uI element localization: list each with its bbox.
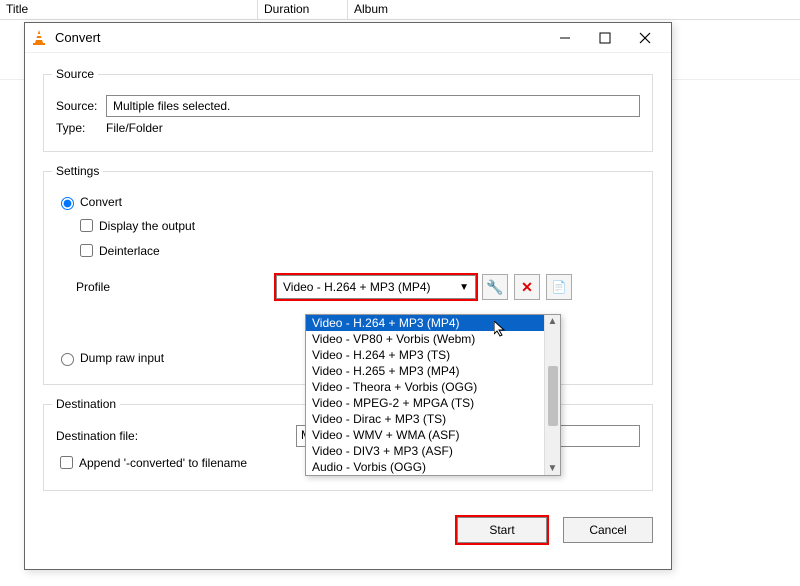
dropdown-scrollbar[interactable]: ▲ ▼ (544, 315, 560, 475)
source-label: Source: (56, 99, 106, 113)
scroll-up-icon[interactable]: ▲ (548, 315, 558, 328)
column-duration[interactable]: Duration (258, 0, 348, 19)
profile-options-list: Video - H.264 + MP3 (MP4) Video - VP80 +… (306, 315, 544, 475)
dump-raw-input[interactable] (61, 353, 74, 366)
edit-profile-button[interactable]: 🔧 (482, 274, 508, 300)
playlist-header: Title Duration Album (0, 0, 800, 20)
convert-dialog: Convert Source Source: Multiple files se… (24, 22, 672, 570)
cancel-button[interactable]: Cancel (563, 517, 653, 543)
dialog-title: Convert (55, 30, 545, 45)
profile-option[interactable]: Video - H.264 + MP3 (TS) (306, 347, 544, 363)
profile-option[interactable]: Video - H.264 + MP3 (MP4) (306, 315, 544, 331)
type-value: File/Folder (106, 121, 163, 135)
display-output-checkbox[interactable]: Display the output (76, 216, 640, 235)
delete-icon: ✕ (521, 279, 533, 296)
dest-file-label: Destination file: (56, 429, 296, 443)
new-profile-button[interactable]: 📄 (546, 274, 572, 300)
convert-radio-input[interactable] (61, 197, 74, 210)
profile-option[interactable]: Video - WMV + WMA (ASF) (306, 427, 544, 443)
deinterlace-input[interactable] (80, 244, 93, 257)
titlebar[interactable]: Convert (25, 23, 671, 53)
start-button[interactable]: Start (457, 517, 547, 543)
profile-option[interactable]: Video - DIV3 + MP3 (ASF) (306, 443, 544, 459)
scroll-thumb[interactable] (548, 366, 558, 426)
display-output-input[interactable] (80, 219, 93, 232)
type-label: Type: (56, 121, 106, 135)
maximize-button[interactable] (585, 24, 625, 52)
display-output-label: Display the output (99, 219, 195, 233)
settings-group: Settings Convert Display the output Dein… (43, 164, 653, 385)
profile-option[interactable]: Video - MPEG-2 + MPGA (TS) (306, 395, 544, 411)
vlc-cone-icon (31, 30, 47, 46)
profile-option[interactable]: Video - Dirac + MP3 (TS) (306, 411, 544, 427)
close-button[interactable] (625, 24, 665, 52)
source-group: Source Source: Multiple files selected. … (43, 67, 653, 152)
profile-option[interactable]: Video - H.265 + MP3 (MP4) (306, 363, 544, 379)
destination-legend: Destination (52, 397, 120, 411)
profile-option[interactable]: Video - Theora + Vorbis (OGG) (306, 379, 544, 395)
profile-selected-value: Video - H.264 + MP3 (MP4) (283, 280, 431, 294)
deinterlace-label: Deinterlace (99, 244, 160, 258)
source-legend: Source (52, 67, 98, 81)
profile-option[interactable]: Video - VP80 + Vorbis (Webm) (306, 331, 544, 347)
append-converted-input[interactable] (60, 456, 73, 469)
profile-dropdown-list[interactable]: Video - H.264 + MP3 (MP4) Video - VP80 +… (305, 314, 561, 476)
column-album[interactable]: Album (348, 0, 800, 19)
new-profile-icon: 📄 (552, 280, 567, 294)
minimize-button[interactable] (545, 24, 585, 52)
append-converted-label: Append '-converted' to filename (79, 456, 247, 470)
wrench-icon: 🔧 (486, 279, 503, 296)
convert-radio[interactable]: Convert (56, 194, 640, 210)
chevron-down-icon: ▼ (459, 282, 469, 293)
profile-label: Profile (56, 280, 276, 294)
convert-radio-label: Convert (80, 195, 122, 209)
settings-legend: Settings (52, 164, 103, 178)
dump-raw-label: Dump raw input (80, 351, 164, 365)
profile-dropdown[interactable]: Video - H.264 + MP3 (MP4) ▼ (276, 275, 476, 299)
scroll-down-icon[interactable]: ▼ (548, 462, 558, 475)
dialog-footer: Start Cancel (25, 511, 671, 543)
profile-option[interactable]: Audio - Vorbis (OGG) (306, 459, 544, 475)
column-title[interactable]: Title (0, 0, 258, 19)
source-value: Multiple files selected. (113, 99, 230, 113)
delete-profile-button[interactable]: ✕ (514, 274, 540, 300)
deinterlace-checkbox[interactable]: Deinterlace (76, 241, 640, 260)
source-field[interactable]: Multiple files selected. (106, 95, 640, 117)
